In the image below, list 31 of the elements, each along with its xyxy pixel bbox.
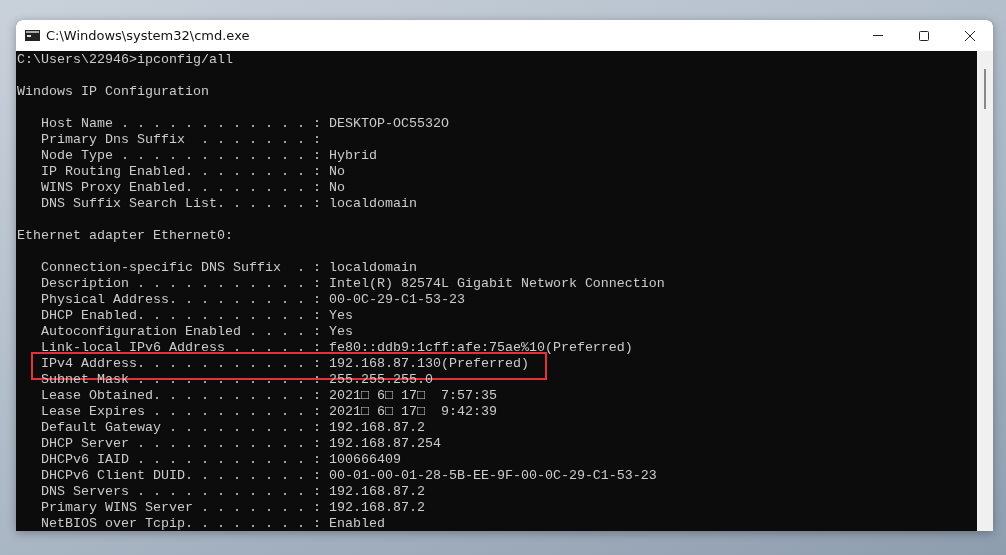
console-line: Autoconfiguration Enabled . . . . : Yes — [40, 324, 353, 339]
console-line: Windows IP Configuration — [17, 84, 209, 99]
console-line: Ethernet adapter Ethernet0: — [17, 228, 233, 243]
console-line: Lease Expires . . . . . . . . . . : 2021□ 6□ 17□ 9:42:39 — [40, 404, 497, 419]
minimize-icon — [873, 35, 883, 36]
console-line: NetBIOS over Tcpip. . . . . . . . : Enabled — [40, 516, 385, 531]
console-line: Physical Address. . . . . . . . . : 00-0C-29-C1-53-23 — [40, 292, 465, 307]
console-icon — [25, 30, 40, 41]
console-line: C:\Users\22946>ipconfig/all — [17, 52, 233, 67]
console-line: DNS Servers . . . . . . . . . . . : 192.168.87.2 — [40, 484, 425, 499]
console-line: Primary WINS Server . . . . . . . : 192.168.87.2 — [40, 500, 425, 515]
window-title: C:\Windows\system32\cmd.exe — [46, 28, 250, 43]
console-line: DNS Suffix Search List. . . . . . : localdomain — [40, 196, 417, 211]
console-line: Default Gateway . . . . . . . . . : 192.168.87.2 — [40, 420, 425, 435]
console-line: Node Type . . . . . . . . . . . . : Hybrid — [40, 148, 377, 163]
console-line: Connection-specific DNS Suffix . : localdomain — [40, 260, 417, 275]
console-line: Lease Obtained. . . . . . . . . . : 2021□ 6□ 17□ 7:57:35 — [40, 388, 497, 403]
console-line: DHCP Server . . . . . . . . . . . : 192.168.87.254 — [40, 436, 441, 451]
console-line: Host Name . . . . . . . . . . . . : DESKTOP-OC5532O — [40, 116, 449, 131]
console-line: IPv4 Address. . . . . . . . . . . : 192.168.87.130(Preferred) — [40, 356, 529, 371]
console-line: Description . . . . . . . . . . . : Intel(R) 82574L Gigabit Network Connection — [40, 276, 665, 291]
maximize-icon — [918, 29, 930, 42]
console-line: Link-local IPv6 Address . . . . . : fe80::ddb9:1cff:afe:75ae%10(Preferred) — [40, 340, 633, 355]
console-line: WINS Proxy Enabled. . . . . . . . : No — [40, 180, 345, 195]
console-line: DHCPv6 IAID . . . . . . . . . . . : 100666409 — [40, 452, 401, 467]
console-line: Primary Dns Suffix . . . . . . . : — [40, 132, 321, 147]
console-line: DHCP Enabled. . . . . . . . . . . : Yes — [40, 308, 353, 323]
console-line: DHCPv6 Client DUID. . . . . . . . : 00-01-00-01-28-5B-EE-9F-00-0C-29-C1-53-23 — [40, 468, 657, 483]
console-line: IP Routing Enabled. . . . . . . . : No — [40, 164, 345, 179]
close-icon — [964, 29, 976, 42]
scrollbar[interactable] — [977, 51, 993, 531]
